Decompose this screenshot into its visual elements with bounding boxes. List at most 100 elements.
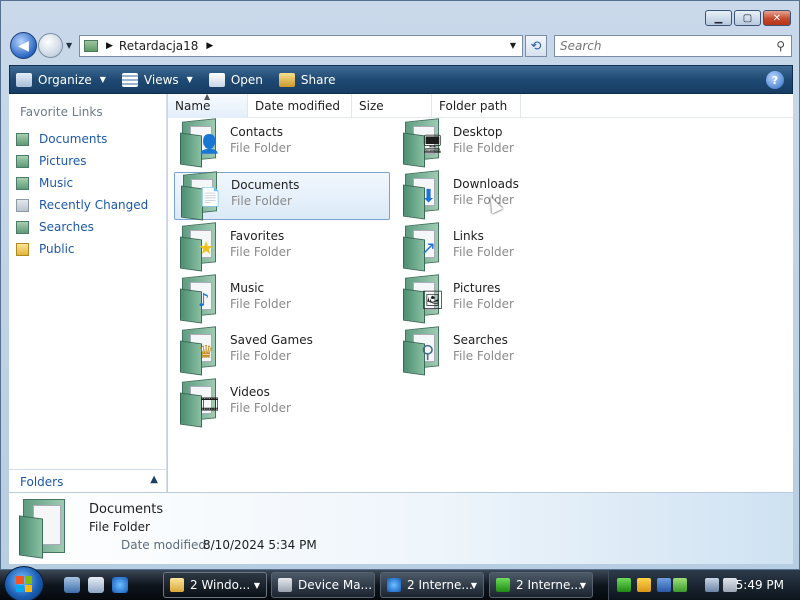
share-button[interactable]: Share bbox=[278, 72, 336, 87]
taskbar-button-windows-explorer[interactable]: 2 Windo... ▼ bbox=[163, 572, 267, 598]
address-bar[interactable]: ▶ Retardacja18 ▶ ▼ bbox=[79, 35, 523, 57]
tray-app-icon[interactable] bbox=[673, 578, 687, 592]
folder-downloads[interactable]: ⬇ Downloads File Folder bbox=[397, 170, 613, 220]
fav-link-public[interactable]: Public bbox=[16, 238, 148, 260]
back-button[interactable]: ◀ bbox=[10, 32, 37, 59]
column-header-folder-path[interactable]: Folder path bbox=[432, 94, 521, 118]
details-type: File Folder bbox=[89, 520, 150, 534]
explorer-window: ▁ ▢ ✕ ◀ ▼ ▶ Retardacja18 ▶ ▼ ⟲ ⚲ Organiz… bbox=[0, 0, 800, 570]
folder-favorites[interactable]: ★ Favorites File Folder bbox=[174, 222, 390, 272]
switch-windows-icon[interactable] bbox=[88, 577, 104, 593]
folder-documents[interactable]: 📄 Documents File Folder bbox=[174, 171, 390, 221]
search-icon[interactable]: ⚲ bbox=[776, 39, 785, 53]
column-header-label: Folder path bbox=[439, 99, 508, 113]
file-list: ▲ Name Date modified Size Folder path 👤 … bbox=[168, 92, 793, 492]
breadcrumb-arrow-icon[interactable]: ▶ bbox=[106, 41, 113, 51]
address-dropdown[interactable]: ▼ bbox=[510, 41, 516, 50]
help-button[interactable]: ? bbox=[766, 71, 784, 89]
navigation-pane: Favorite Links Documents Pictures Music … bbox=[9, 94, 167, 492]
recent-pages-dropdown[interactable]: ▼ bbox=[66, 41, 72, 50]
fav-link-pictures[interactable]: Pictures bbox=[16, 150, 148, 172]
folder-type: File Folder bbox=[453, 297, 514, 311]
internet-explorer-icon[interactable] bbox=[112, 577, 128, 593]
folder-icon bbox=[84, 40, 98, 52]
folder-saved-games[interactable]: ♛ Saved Games File Folder bbox=[174, 326, 390, 376]
network-icon[interactable] bbox=[705, 578, 719, 592]
windows-logo-icon bbox=[16, 576, 32, 592]
favorite-links-title: Favorite Links bbox=[20, 105, 103, 119]
folder-contacts[interactable]: 👤 Contacts File Folder bbox=[174, 118, 390, 168]
taskbar-button-label: 2 Interne... bbox=[407, 578, 473, 592]
folder-videos[interactable]: 🎞 Videos File Folder bbox=[174, 378, 390, 428]
refresh-button[interactable]: ⟲ bbox=[525, 35, 547, 57]
fav-link-music[interactable]: Music bbox=[16, 172, 148, 194]
pictures-icon bbox=[16, 154, 29, 168]
breadcrumb-arrow-icon[interactable]: ▶ bbox=[206, 41, 213, 51]
saved-games-icon: ♛ bbox=[178, 326, 222, 376]
taskbar-button-internet-explorer-1[interactable]: 2 Interne... ▼ bbox=[380, 572, 484, 598]
folder-desktop[interactable]: 🖥 Desktop File Folder bbox=[397, 118, 613, 168]
folder-name: Documents bbox=[231, 178, 300, 192]
tray-app-icon[interactable] bbox=[657, 578, 671, 592]
forward-button[interactable] bbox=[38, 33, 63, 58]
folder-searches[interactable]: ⚲ Searches File Folder bbox=[397, 326, 613, 376]
share-label: Share bbox=[300, 72, 336, 87]
folder-type: File Folder bbox=[231, 194, 292, 208]
search-box[interactable]: ⚲ bbox=[554, 35, 792, 57]
folder-links[interactable]: ↗ Links File Folder bbox=[397, 222, 613, 272]
folder-type: File Folder bbox=[453, 141, 514, 155]
fav-link-label: Pictures bbox=[39, 154, 87, 168]
share-icon bbox=[278, 72, 295, 87]
column-header-date-modified[interactable]: Date modified bbox=[248, 94, 352, 118]
folder-type: File Folder bbox=[230, 245, 291, 259]
open-icon bbox=[208, 72, 225, 87]
close-button[interactable]: ✕ bbox=[763, 10, 791, 26]
desktop-icon: 🖥 bbox=[401, 118, 445, 168]
title-bar[interactable]: ▁ ▢ ✕ bbox=[1, 1, 799, 31]
details-name: Documents bbox=[89, 502, 164, 517]
device-manager-icon bbox=[278, 578, 292, 592]
green-flag-icon bbox=[496, 578, 510, 592]
open-button[interactable]: Open bbox=[208, 72, 263, 87]
taskbar-button-internet-explorer-2[interactable]: 2 Interne... ▼ bbox=[489, 572, 593, 598]
clock[interactable]: 5:49 PM bbox=[736, 578, 784, 592]
organize-button[interactable]: Organize ▼ bbox=[16, 72, 106, 87]
search-input[interactable] bbox=[560, 39, 760, 53]
organize-label: Organize bbox=[38, 72, 92, 87]
security-shield-icon[interactable] bbox=[637, 578, 651, 592]
refresh-icon: ⟲ bbox=[530, 38, 542, 54]
minimize-button[interactable]: ▁ bbox=[705, 10, 732, 26]
searches-icon: ⚲ bbox=[401, 326, 445, 376]
caption-buttons: ▁ ▢ ✕ bbox=[705, 10, 791, 26]
favorites-icon: ★ bbox=[178, 222, 222, 272]
folder-name: Videos bbox=[230, 385, 270, 399]
chevron-down-icon: ▼ bbox=[186, 75, 193, 84]
views-label: Views bbox=[143, 72, 179, 87]
folder-type: File Folder bbox=[230, 401, 291, 415]
folder-type: File Folder bbox=[230, 349, 291, 363]
open-label: Open bbox=[230, 72, 263, 87]
fav-link-recently-changed[interactable]: Recently Changed bbox=[16, 194, 148, 216]
column-header-name[interactable]: ▲ Name bbox=[168, 92, 248, 118]
folder-pictures[interactable]: 🖼 Pictures File Folder bbox=[397, 274, 613, 324]
breadcrumb-retardacja18[interactable]: Retardacja18 bbox=[119, 39, 199, 53]
flag-tray-icon[interactable] bbox=[617, 578, 631, 592]
command-bar: Organize ▼ Views ▼ Open Share ? bbox=[9, 65, 793, 94]
folders-toggle[interactable]: Folders ▲ bbox=[9, 469, 166, 493]
start-button[interactable] bbox=[4, 566, 44, 600]
column-header-size[interactable]: Size bbox=[352, 94, 432, 118]
back-arrow-icon: ◀ bbox=[18, 37, 29, 54]
taskbar-button-label: 2 Windo... bbox=[190, 578, 251, 592]
views-button[interactable]: Views ▼ bbox=[121, 72, 193, 87]
fav-link-documents[interactable]: Documents bbox=[16, 128, 148, 150]
fav-link-searches[interactable]: Searches bbox=[16, 216, 148, 238]
folder-name: Contacts bbox=[230, 125, 283, 139]
maximize-button[interactable]: ▢ bbox=[734, 10, 761, 26]
folder-music[interactable]: ♪ Music File Folder bbox=[174, 274, 390, 324]
folder-type: File Folder bbox=[230, 141, 291, 155]
sort-ascending-icon: ▲ bbox=[204, 92, 211, 101]
documents-icon: 📄 bbox=[179, 171, 223, 221]
help-icon: ? bbox=[771, 73, 779, 87]
taskbar-button-device-manager[interactable]: Device Ma... bbox=[271, 572, 375, 598]
show-desktop-icon[interactable] bbox=[64, 577, 80, 593]
